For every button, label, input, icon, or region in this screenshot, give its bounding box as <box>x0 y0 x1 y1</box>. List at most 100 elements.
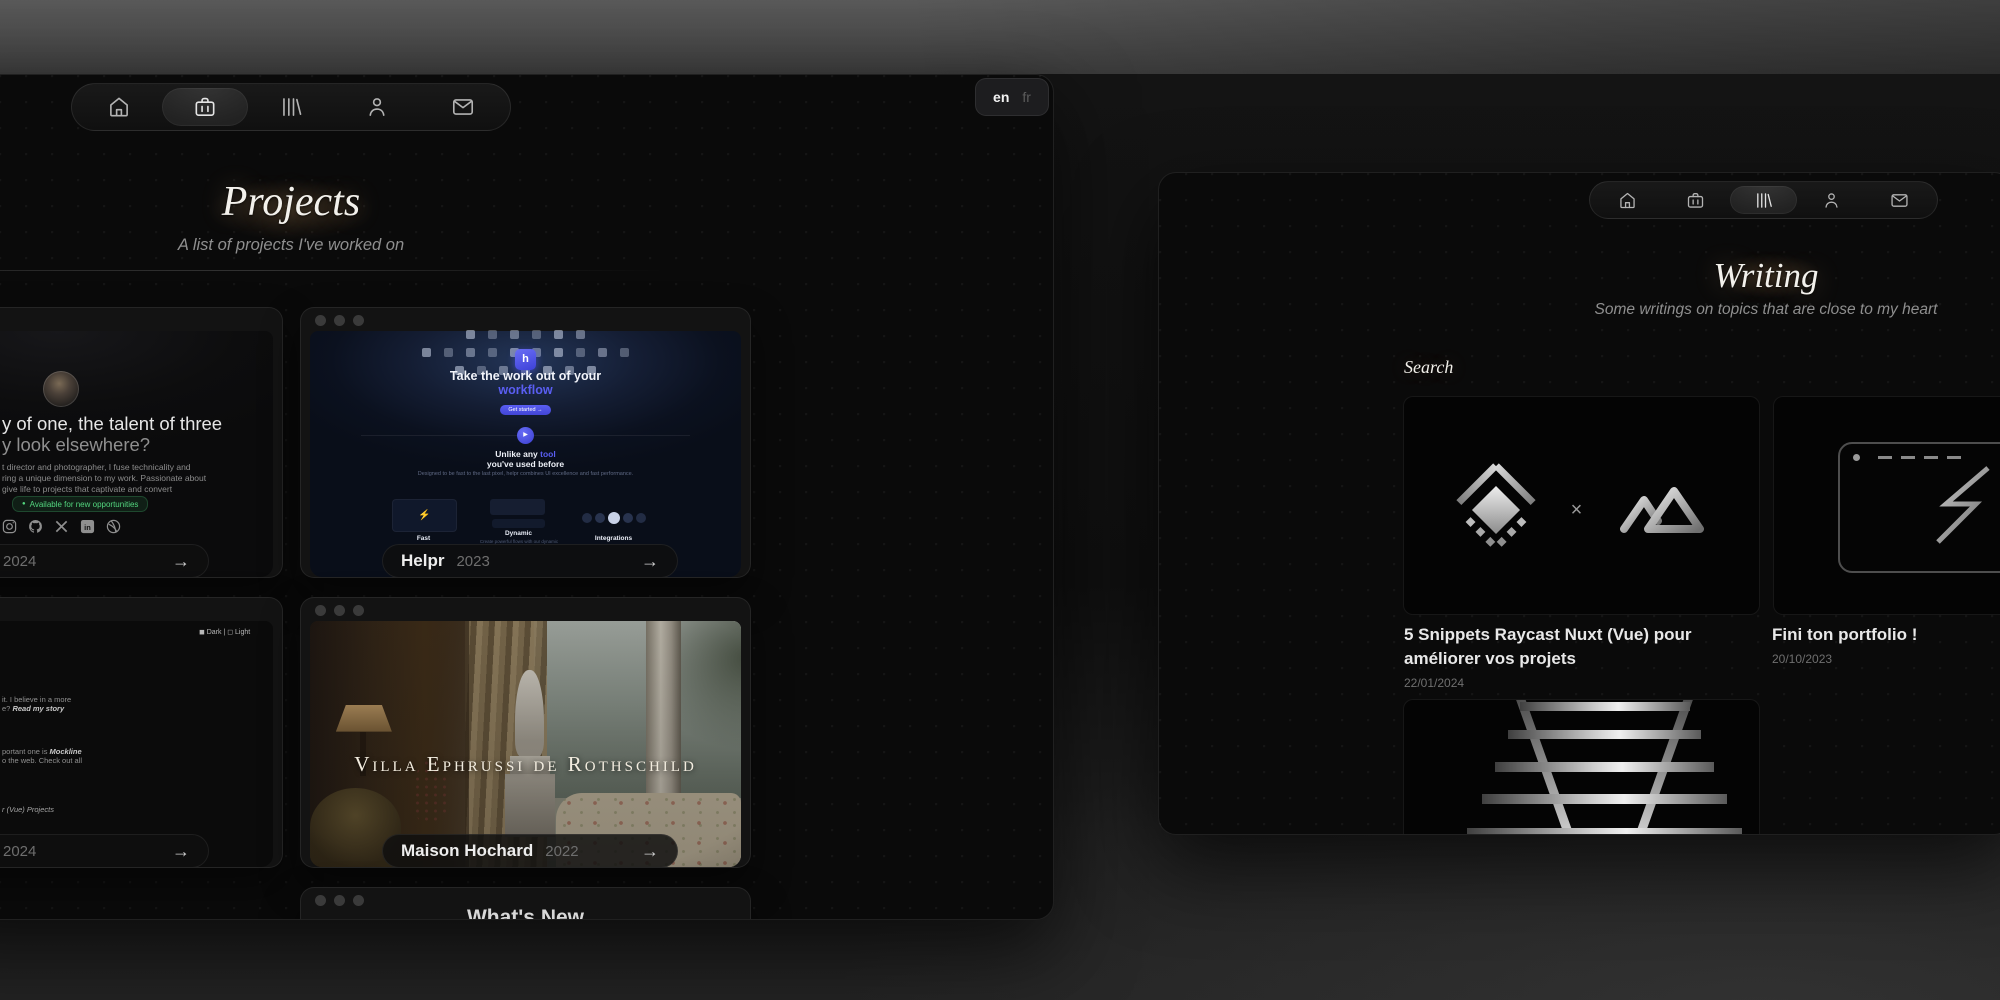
feature-dynamic-tile-2 <box>492 519 545 528</box>
nav-projects[interactable] <box>162 88 248 126</box>
window-dots <box>315 315 364 326</box>
nav-about[interactable] <box>334 88 420 126</box>
article-title[interactable]: 5 Snippets Raycast Nuxt (Vue) pour améli… <box>1404 623 1756 671</box>
persona-body-3: give life to projects that captivate and… <box>2 484 172 494</box>
story-line-4: o the web. Check out all <box>2 756 82 765</box>
main-nav <box>1589 181 1938 219</box>
person-icon <box>364 94 390 120</box>
mail-icon <box>450 94 476 120</box>
article-card-ladder[interactable] <box>1403 699 1760 835</box>
helpr-hero-1: Take the work out of your <box>301 369 750 383</box>
tagline-accent: tool <box>540 449 556 459</box>
language-switcher: en fr <box>975 78 1049 116</box>
page-subtitle: A list of projects I've worked on <box>91 236 491 255</box>
app-icons-row <box>301 330 750 339</box>
lang-en[interactable]: en <box>993 89 1009 105</box>
get-started-button: Get started → <box>500 405 550 415</box>
nav-projects[interactable] <box>1662 186 1730 214</box>
maison-photo: Villa Ephrussi de Rothschild <box>310 621 741 867</box>
raycast-logo-icon <box>1435 449 1557 571</box>
helpr-logo-icon: h <box>515 349 536 370</box>
nuxt-logo-icon <box>1614 485 1710 535</box>
project-card-whats-new[interactable]: What's New <box>300 887 751 920</box>
lang-fr[interactable]: fr <box>1022 89 1031 105</box>
nav-writing[interactable] <box>248 88 334 126</box>
availability-text: Available for new opportunities <box>30 500 139 509</box>
status-dot-icon: ● <box>22 501 26 507</box>
section-divider <box>0 270 666 271</box>
persona-body-1: t director and photographer, I fuse tech… <box>2 462 191 472</box>
helpr-tagline-2: you've used before <box>301 459 750 469</box>
helpr-hero-2: workflow <box>301 383 750 397</box>
helpr-tagline-1: Unlike any tool <box>301 449 750 459</box>
helpr-description: Designed to be fast to the last pixel, h… <box>301 471 750 477</box>
home-icon <box>106 94 132 120</box>
arrow-right-icon[interactable]: → <box>641 551 659 572</box>
briefcase-icon <box>1685 190 1706 211</box>
article-date: 22/01/2024 <box>1404 676 1756 690</box>
projects-page-panel: en fr Projects A list of projects I've w… <box>0 74 1054 920</box>
nav-contact[interactable] <box>1865 186 1933 214</box>
project-card-persona[interactable]: y of one, the talent of three y look els… <box>0 307 283 578</box>
project-card-helpr[interactable]: h Take the work out of your workflow Get… <box>300 307 751 578</box>
story-screenshot <box>0 621 273 867</box>
project-year: 2023 <box>456 553 489 570</box>
project-year: 2024 <box>3 553 36 570</box>
arrow-right-icon[interactable]: → <box>172 551 190 572</box>
feature-dynamic-tile <box>490 499 545 515</box>
project-card-maison[interactable]: Villa Ephrussi de Rothschild Maison Hoch… <box>300 597 751 868</box>
window-dot-icon <box>1853 454 1860 461</box>
project-card-story-site[interactable]: ◼ Dark | ◻ Light it. I believe in a more… <box>0 597 283 868</box>
nav-contact[interactable] <box>420 88 506 126</box>
window-dots <box>315 605 364 616</box>
card-footer: Helpr 2023 → <box>382 544 678 578</box>
story-line-3-prefix: portant one is <box>2 747 50 756</box>
article-item: Fini ton portfolio ! 20/10/2023 <box>1772 623 2000 666</box>
ladder-rung <box>1495 762 1714 772</box>
ladder-rung <box>1508 730 1701 739</box>
article-card-raycast-nuxt[interactable]: × <box>1403 396 1760 615</box>
project-year: 2024 <box>3 843 36 860</box>
window-dots <box>315 895 364 906</box>
play-button-icon: ▶ <box>517 427 534 444</box>
read-my-story-link: Read my story <box>12 704 64 713</box>
window-frame <box>1838 442 2000 573</box>
persona-body-2: ring a unique dimension to my work. Pass… <box>2 473 206 483</box>
person-icon <box>1821 190 1842 211</box>
github-icon <box>28 519 43 534</box>
page-subtitle: Some writings on topics that are close t… <box>1591 301 1941 319</box>
nav-about[interactable] <box>1797 186 1865 214</box>
main-nav <box>71 83 511 131</box>
arrow-right-icon[interactable]: → <box>172 841 190 862</box>
helpr-cta-wrap: Get started → <box>301 398 750 416</box>
arrow-right-icon[interactable]: → <box>641 841 659 862</box>
page-title: Writing <box>1589 256 1943 296</box>
feature-fast-tile: ⚡ <box>392 499 457 532</box>
article-item: 5 Snippets Raycast Nuxt (Vue) pour améli… <box>1404 623 1756 690</box>
project-title: Helpr <box>401 551 444 571</box>
feature-integrations-label: Integrations <box>571 535 656 542</box>
x-twitter-icon <box>54 519 69 534</box>
feature-dynamic-label: Dynamic <box>476 530 561 537</box>
library-icon <box>278 94 304 120</box>
nav-home[interactable] <box>1594 186 1662 214</box>
article-card-portfolio[interactable] <box>1773 396 2000 615</box>
card-footer: 2024 → <box>0 544 209 578</box>
backdrop-top-band <box>0 0 2000 74</box>
card-footer: Maison Hochard 2022 → <box>382 834 678 868</box>
search-label: Search <box>1404 357 1453 378</box>
article-title[interactable]: Fini ton portfolio ! <box>1772 623 2000 647</box>
story-line-2-prefix: e? <box>2 704 12 713</box>
nav-writing[interactable] <box>1730 186 1798 214</box>
writing-page-panel: Writing Some writings on topics that are… <box>1158 172 2000 835</box>
story-line-3: portant one is Mockline <box>2 747 82 756</box>
briefcase-icon <box>192 94 218 120</box>
instagram-icon <box>2 519 17 534</box>
story-line-1: it. I believe in a more <box>2 695 71 704</box>
project-title: Maison Hochard <box>401 841 533 861</box>
persona-headline-1: y of one, the talent of three <box>2 413 222 435</box>
screenshot-stage: en fr Projects A list of projects I've w… <box>0 0 2000 1000</box>
nav-home[interactable] <box>76 88 162 126</box>
availability-badge: ● Available for new opportunities <box>12 496 148 512</box>
logo-separator: × <box>1571 499 1583 522</box>
